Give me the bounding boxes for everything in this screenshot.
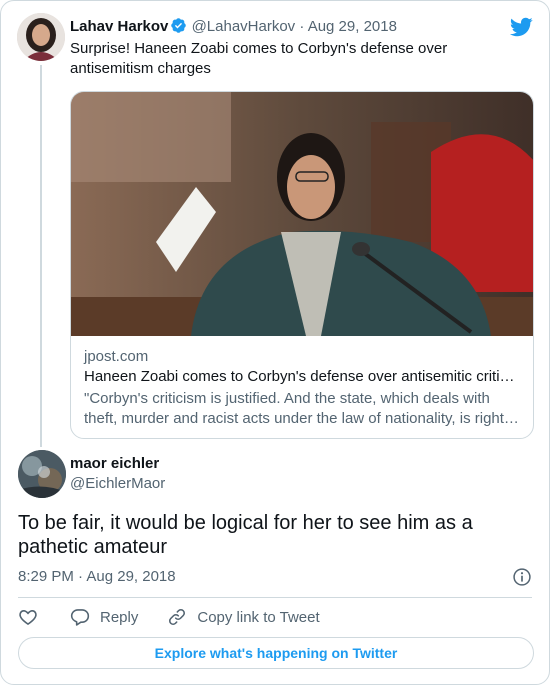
reply-tweet-text: To be fair, it would be logical for her … [18,512,473,558]
link-description-line-1: "Corbyn's criticism is justified. And th… [84,390,490,407]
copy-link-button[interactable]: Copy link to Tweet [167,607,320,627]
like-button[interactable] [18,607,38,627]
thread-line [40,65,42,447]
copy-link-label: Copy link to Tweet [197,608,320,626]
divider [18,597,532,598]
parent-author-handle[interactable]: @LahavHarkov [192,18,296,35]
reply-author-avatar[interactable] [18,450,66,498]
link-domain: jpost.com [84,348,149,365]
heart-icon [19,610,37,626]
link-description-line-2: theft, murder and racist acts under the … [84,410,519,427]
action-bar: Reply Copy link to Tweet [18,605,320,629]
twitter-bird-icon[interactable] [509,15,533,39]
reply-timestamp[interactable]: 8:29 PM · Aug 29, 2018 [18,567,176,587]
reply-label: Reply [100,608,139,626]
explore-twitter-button[interactable]: Explore what's happening on Twitter [18,637,534,669]
reply-icon [70,609,90,626]
link-title: Haneen Zoabi comes to Corbyn's defense o… [84,368,515,385]
reply-author-handle[interactable]: @EichlerMaor [70,474,165,494]
info-icon[interactable] [512,567,532,587]
link-preview-card[interactable]: jpost.com Haneen Zoabi comes to Corbyn's… [70,91,534,439]
link-preview-image [71,92,533,336]
header-separator: · [299,18,305,35]
parent-date[interactable]: Aug 29, 2018 [308,18,397,35]
parent-author-avatar[interactable] [17,13,65,61]
parent-tweet-text: Surprise! Haneen Zoabi comes to Corbyn's… [70,40,448,77]
verified-badge-icon [171,18,187,33]
embedded-tweet-card: Lahav Harkov @LahavHarkov · Aug 29, 2018… [0,0,550,685]
reply-button[interactable]: Reply [70,607,138,627]
link-description: "Corbyn's criticism is justified. And th… [84,389,520,429]
parent-header: Lahav Harkov @LahavHarkov · Aug 29, 2018 [70,17,397,37]
reply-author-name[interactable]: maor eichler [70,454,159,474]
link-preview-meta: jpost.com Haneen Zoabi comes to Corbyn's… [84,347,520,429]
parent-author-name[interactable]: Lahav Harkov [70,18,168,35]
link-icon [169,609,186,625]
